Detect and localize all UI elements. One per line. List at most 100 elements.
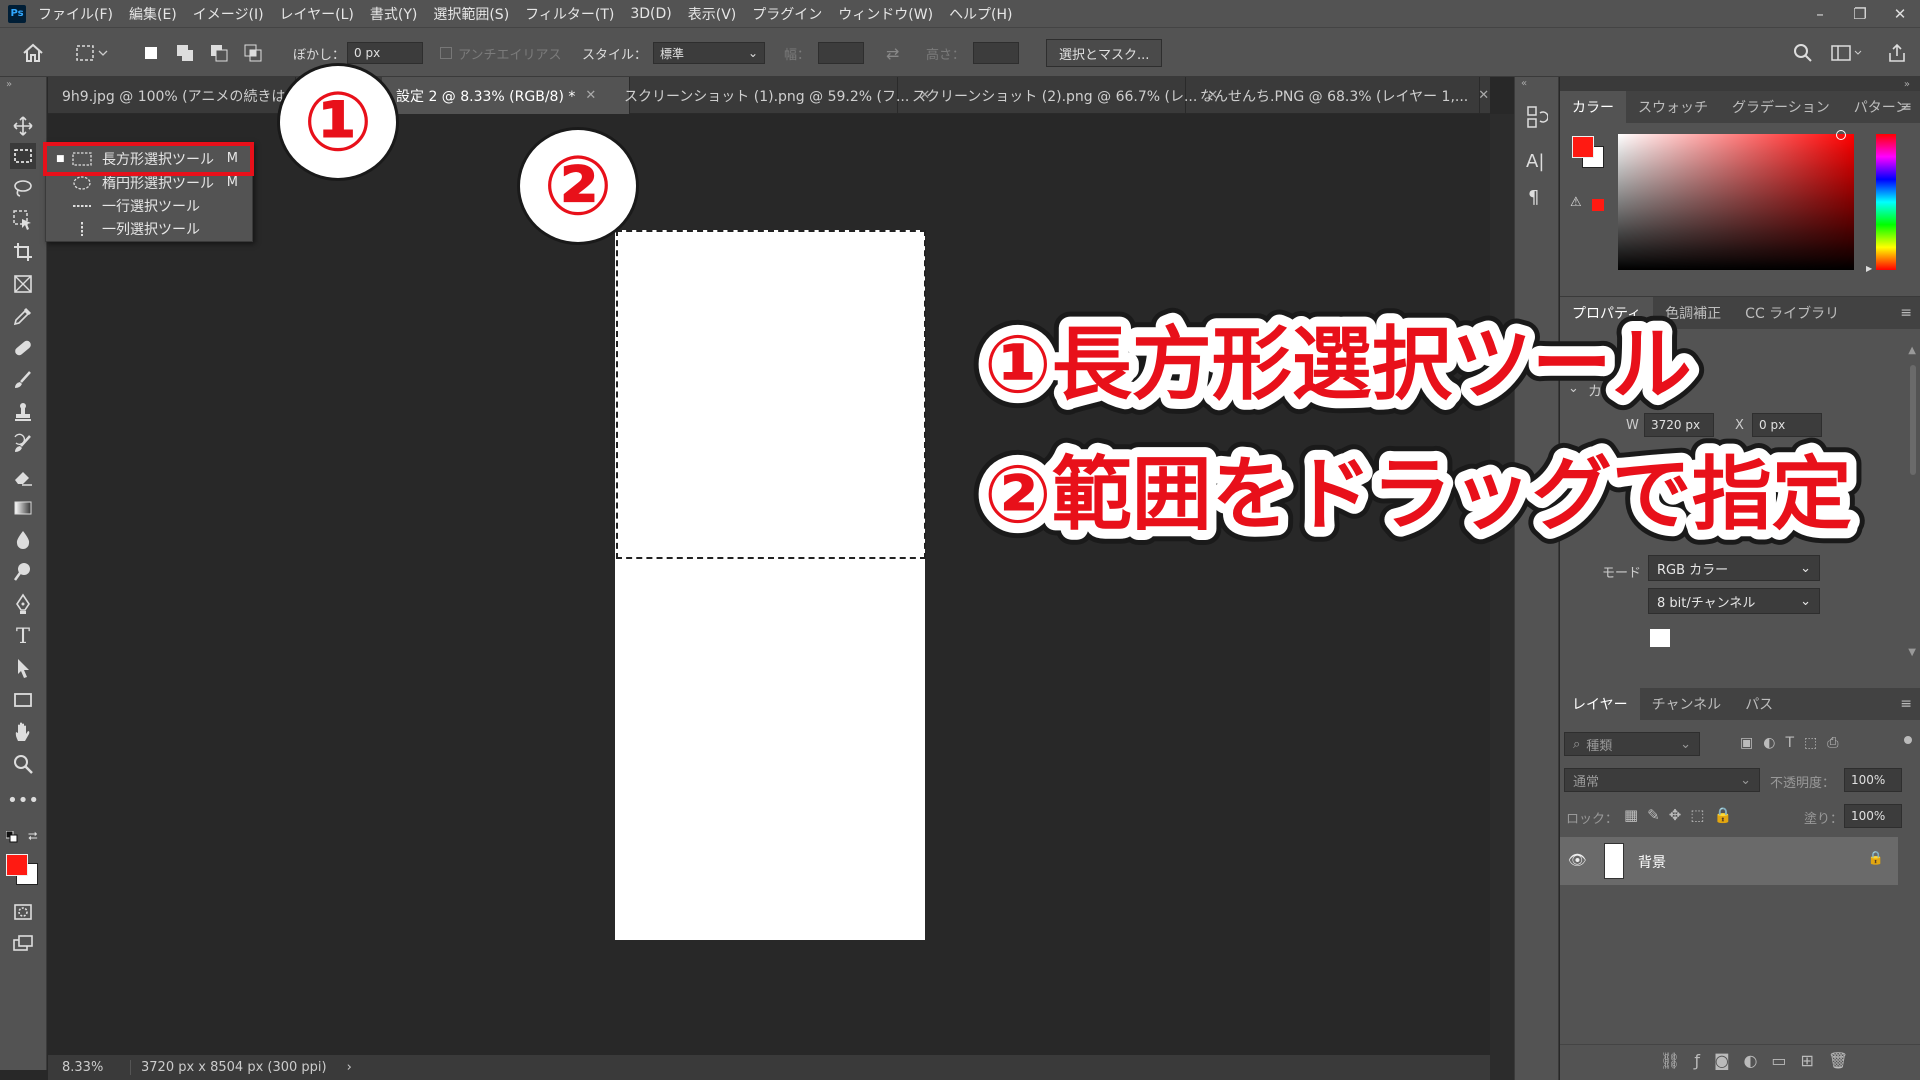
move-tool-icon[interactable]: [10, 113, 36, 139]
quick-mask-icon[interactable]: [10, 899, 36, 925]
layer-filter-icons[interactable]: ▣◐T⬚⎙: [1740, 735, 1848, 751]
rectangular-marquee-tool-icon[interactable]: [10, 143, 36, 169]
screen-mode-icon[interactable]: [10, 931, 36, 957]
search-icon[interactable]: [1792, 28, 1814, 78]
menu-image[interactable]: イメージ(I): [193, 4, 264, 24]
close-button[interactable]: ✕: [1880, 0, 1920, 27]
tab-doc-1[interactable]: 9h9.jpg @ 100% (アニメの続きは何...: [48, 77, 313, 114]
antialias-checkbox[interactable]: [440, 47, 452, 59]
menu-window[interactable]: ウィンドウ(W): [838, 4, 933, 24]
swap-icon[interactable]: ⇄: [886, 28, 899, 78]
character-panel-icon[interactable]: A|: [1526, 151, 1544, 172]
panel-menu-icon[interactable]: ≡: [1900, 305, 1912, 321]
menu-file[interactable]: ファイル(F): [38, 4, 113, 24]
tab-paths[interactable]: パス: [1733, 688, 1785, 720]
feather-input[interactable]: 0 px: [347, 42, 424, 64]
color-fg-swatch[interactable]: [1572, 136, 1594, 158]
layer-filter-select[interactable]: ⌕ 種類 ⌄: [1564, 732, 1700, 756]
close-icon[interactable]: ✕: [585, 88, 596, 103]
blend-mode-select[interactable]: 通常 ⌄: [1564, 768, 1760, 792]
type-tool-icon[interactable]: T: [10, 623, 36, 649]
frame-tool-icon[interactable]: [10, 271, 36, 297]
menu-select[interactable]: 選択範囲(S): [433, 4, 509, 24]
style-select[interactable]: 標準 ⌄: [653, 42, 766, 64]
hue-handle-icon[interactable]: ▶: [1866, 264, 1872, 273]
dodge-tool-icon[interactable]: [10, 559, 36, 585]
bit-depth-select[interactable]: 8 bit/チャンネル ⌄: [1648, 588, 1820, 614]
hand-tool-icon[interactable]: [10, 719, 36, 745]
panel-menu-icon[interactable]: ≡: [1900, 99, 1912, 115]
home-icon[interactable]: [22, 28, 44, 78]
expand-strip-icon[interactable]: «: [1521, 78, 1527, 89]
menu-plugins[interactable]: プラグイン: [752, 4, 822, 24]
gradient-tool-icon[interactable]: [10, 495, 36, 521]
tab-doc-5[interactable]: なんせんち.PNG @ 68.3% (レイヤー 1,... ✕: [1186, 77, 1489, 114]
new-selection-icon[interactable]: [140, 28, 162, 78]
menu-type[interactable]: 書式(Y): [370, 4, 417, 24]
properties-scrollbar[interactable]: [1910, 365, 1916, 475]
collapse-panels-icon[interactable]: »: [1904, 79, 1910, 90]
pen-tool-icon[interactable]: [10, 591, 36, 617]
close-icon[interactable]: ✕: [1478, 88, 1489, 103]
canvas-color-swatch[interactable]: [1650, 629, 1670, 647]
fill-input[interactable]: 100%: [1844, 804, 1902, 828]
lasso-tool-icon[interactable]: [10, 175, 36, 201]
menu-edit[interactable]: 編集(E): [129, 4, 177, 24]
tab-doc-4[interactable]: スクリーンショット (2).png @ 66.7% (レ... ✕: [898, 77, 1218, 114]
more-tools-icon[interactable]: •••: [7, 787, 39, 813]
tab-swatches[interactable]: スウォッチ: [1626, 91, 1720, 123]
clone-stamp-tool-icon[interactable]: [10, 399, 36, 425]
workspace-icon[interactable]: [1830, 28, 1864, 78]
intersect-selection-icon[interactable]: [242, 28, 264, 78]
share-icon[interactable]: [1886, 28, 1908, 78]
brush-tool-icon[interactable]: [10, 367, 36, 393]
marquee-preset-icon[interactable]: [75, 28, 109, 78]
collapse-toolbar-icon[interactable]: »: [6, 79, 12, 90]
hue-slider[interactable]: [1876, 134, 1896, 270]
subtract-selection-icon[interactable]: [208, 28, 230, 78]
zoom-level[interactable]: 8.33%: [62, 1060, 122, 1075]
height-input[interactable]: [973, 42, 1020, 64]
history-brush-tool-icon[interactable]: [10, 431, 36, 457]
panel-menu-icon[interactable]: ≡: [1900, 696, 1912, 712]
vertical-scrollbar[interactable]: [1490, 114, 1514, 1080]
restore-button[interactable]: ❐: [1840, 0, 1880, 27]
lock-icons[interactable]: ▦✎✥⬚🔒: [1624, 806, 1741, 824]
menu-help[interactable]: ヘルプ(H): [949, 4, 1012, 24]
layer-row[interactable]: 👁 背景 🔒: [1560, 837, 1898, 885]
layer-actions-icons[interactable]: ⛓ƒ◙◐▭⊞🗑: [1660, 1051, 1862, 1070]
minimize-button[interactable]: –: [1800, 0, 1840, 27]
tab-gradients[interactable]: グラデーション: [1720, 91, 1842, 123]
foreground-color-swatch[interactable]: [6, 854, 28, 876]
menu-filter[interactable]: フィルター(T): [525, 4, 614, 24]
eyedropper-tool-icon[interactable]: [10, 303, 36, 329]
color-field[interactable]: [1618, 134, 1854, 270]
status-arrow-icon[interactable]: ›: [347, 1060, 352, 1075]
menu-layer[interactable]: レイヤー(L): [280, 4, 354, 24]
healing-brush-tool-icon[interactable]: [10, 335, 36, 361]
gamut-swatch[interactable]: [1592, 199, 1604, 211]
scroll-up-icon[interactable]: ▲: [1908, 345, 1916, 356]
swap-colors-icon[interactable]: ⮂: [28, 829, 38, 844]
flyout-item-single-row-marquee[interactable]: 一行選択ツール: [46, 194, 252, 217]
color-picker-handle[interactable]: [1836, 130, 1846, 140]
width-input[interactable]: [818, 42, 865, 64]
crop-tool-icon[interactable]: [10, 239, 36, 265]
filter-toggle-icon[interactable]: [1904, 736, 1912, 744]
flyout-item-single-column-marquee[interactable]: 一列選択ツール: [46, 217, 252, 240]
eraser-tool-icon[interactable]: [10, 463, 36, 489]
paragraph-panel-icon[interactable]: ¶: [1528, 187, 1539, 208]
tab-doc-3[interactable]: スクリーンショット (1).png @ 59.2% (フ... ✕: [610, 77, 930, 114]
eye-icon[interactable]: 👁: [1568, 851, 1587, 869]
tab-doc-2[interactable]: 設定 2 @ 8.33% (RGB/8) * ✕: [382, 77, 630, 114]
tab-color[interactable]: カラー: [1560, 91, 1626, 123]
menu-3d[interactable]: 3D(D): [630, 6, 671, 22]
history-panel-icon[interactable]: [1526, 105, 1549, 135]
tab-channels[interactable]: チャンネル: [1640, 688, 1734, 720]
scroll-down-icon[interactable]: ▼: [1908, 647, 1916, 658]
blur-tool-icon[interactable]: [10, 527, 36, 553]
opacity-input[interactable]: 100%: [1844, 768, 1902, 792]
object-selection-tool-icon[interactable]: [10, 207, 36, 233]
zoom-tool-icon[interactable]: [10, 751, 36, 777]
add-selection-icon[interactable]: [174, 28, 196, 78]
